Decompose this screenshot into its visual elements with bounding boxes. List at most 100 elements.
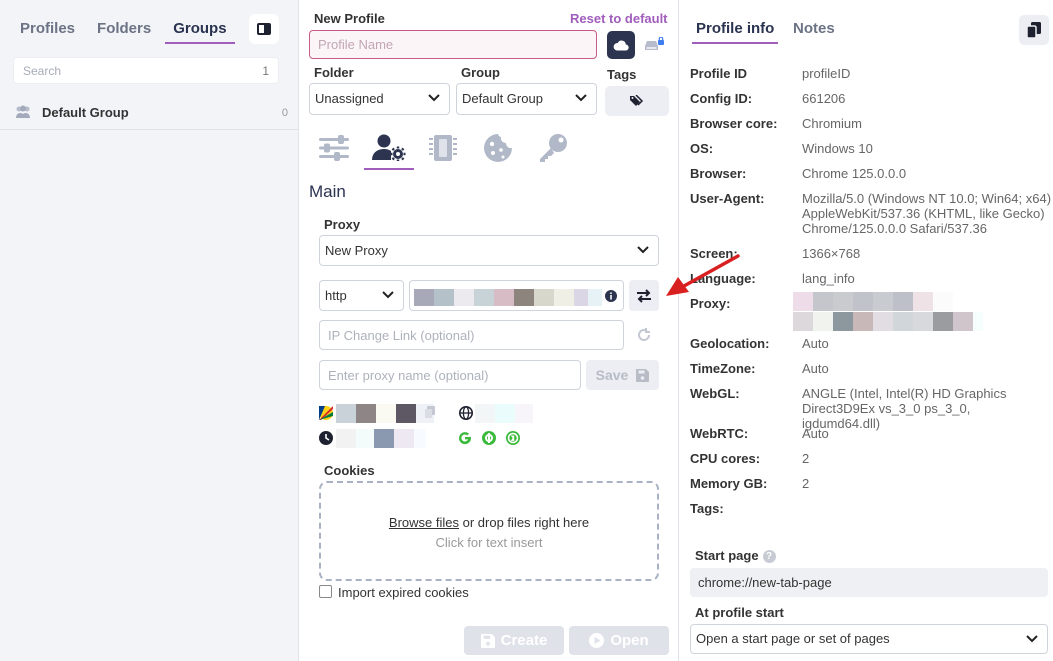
swap-proxy-button[interactable] xyxy=(629,280,659,311)
proxy-protocol-value: http xyxy=(325,288,347,303)
section-title: Main xyxy=(309,182,346,201)
google-check-icon xyxy=(459,432,472,445)
click-for-text-insert[interactable]: Click for text insert xyxy=(321,535,657,550)
copy-info-button[interactable] xyxy=(1019,15,1049,45)
info-value: 661206 xyxy=(802,91,846,106)
sidebar-tabs: Profiles Folders Groups xyxy=(12,14,241,44)
settings-sliders-icon xyxy=(319,135,349,161)
proxy-label: Proxy xyxy=(324,217,361,232)
sidebar-search: 1 xyxy=(13,57,279,84)
browse-files-link[interactable]: Browse files xyxy=(389,515,459,530)
tab-main[interactable] xyxy=(364,126,414,170)
search-input[interactable] xyxy=(14,58,234,83)
at-profile-start-select[interactable]: Open a start page or set of pages xyxy=(690,624,1048,654)
open-button[interactable]: Open xyxy=(569,626,669,655)
tab-general-settings[interactable] xyxy=(309,126,359,170)
tab-cookies[interactable] xyxy=(473,126,523,170)
globe-icon xyxy=(459,406,473,420)
floppy-disk-icon xyxy=(480,633,495,648)
create-label: Create xyxy=(500,632,548,649)
dropzone-primary-text: Browse files or drop files right here xyxy=(321,515,657,530)
proxy-address-redacted xyxy=(414,289,602,306)
chevron-down-icon xyxy=(382,291,394,299)
group-select[interactable]: Default Group xyxy=(456,83,597,115)
proxy-info-redacted-1 xyxy=(793,292,953,311)
tags-button[interactable] xyxy=(605,86,669,116)
info-value: ANGLE (Intel, Intel(R) HD Graphics Direc… xyxy=(802,386,1007,431)
at-profile-start-label: At profile start xyxy=(695,605,784,620)
info-value: lang_info xyxy=(802,271,855,286)
group-row-default[interactable]: Default Group 0 xyxy=(0,97,299,130)
proxy-name-input[interactable] xyxy=(320,361,580,389)
info-key: TimeZone: xyxy=(690,361,756,376)
ip-change-link-field xyxy=(319,320,624,350)
clock-icon xyxy=(319,431,333,445)
proxy-protocol-select[interactable]: http xyxy=(319,280,404,311)
chevron-down-icon xyxy=(428,94,440,102)
sidebar: Profiles Folders Groups 1 Default Group … xyxy=(0,0,299,661)
proxy-info-redacted-2 xyxy=(793,312,983,331)
cookies-dropzone[interactable]: Browse files or drop files right here Cl… xyxy=(319,481,659,581)
info-key: CPU cores: xyxy=(690,451,761,466)
info-key: Screen: xyxy=(690,246,738,261)
yandex-check-icon xyxy=(506,431,520,445)
cookies-label: Cookies xyxy=(324,463,375,478)
country-flag-icon xyxy=(319,406,333,420)
create-button[interactable]: Create xyxy=(464,626,564,655)
info-value: Auto xyxy=(802,426,829,441)
ip-change-link-input[interactable] xyxy=(320,321,623,349)
proxy-select[interactable]: New Proxy xyxy=(319,235,659,266)
proxy-ip-redacted xyxy=(336,404,434,423)
tab-notes[interactable]: Notes xyxy=(789,16,839,42)
proxy-name-field xyxy=(319,360,581,390)
tab-hardware[interactable] xyxy=(418,126,468,170)
refresh-ip-button[interactable] xyxy=(629,320,659,350)
info-value: 2 xyxy=(802,451,810,466)
local-profile-button[interactable] xyxy=(640,31,668,59)
import-expired-checkbox[interactable] xyxy=(319,585,332,598)
group-label: Group xyxy=(461,65,500,80)
info-key: User-Agent: xyxy=(690,191,765,206)
info-icon xyxy=(605,290,617,302)
info-key: Proxy: xyxy=(690,296,731,311)
help-icon[interactable]: ? xyxy=(762,550,776,563)
info-key: Browser: xyxy=(690,166,747,181)
drop-text: or drop files right here xyxy=(462,515,590,530)
tags-icon xyxy=(630,95,644,106)
save-proxy-button[interactable]: Save xyxy=(586,360,659,390)
start-page-label: Start page? xyxy=(695,548,776,563)
info-key: Geolocation: xyxy=(690,336,770,351)
folder-value: Unassigned xyxy=(315,91,384,106)
info-key: OS: xyxy=(690,141,714,156)
toggle-panel-button[interactable] xyxy=(249,14,279,44)
start-page-value: chrome://new-tab-page xyxy=(690,568,1048,597)
copy-icon[interactable] xyxy=(425,406,435,418)
key-icon xyxy=(540,134,567,162)
tab-passwords[interactable] xyxy=(528,126,578,170)
panel-layout-icon xyxy=(257,23,271,35)
info-key: Memory GB: xyxy=(690,476,768,491)
tab-groups[interactable]: Groups xyxy=(165,14,235,44)
proxy-location-redacted xyxy=(475,404,533,423)
group-name: Default Group xyxy=(42,105,129,120)
reset-to-default-link[interactable]: Reset to default xyxy=(570,11,668,26)
search-count: 1 xyxy=(262,64,269,78)
ozon-check-icon xyxy=(482,431,496,445)
tab-profiles[interactable]: Profiles xyxy=(12,14,83,44)
info-key: Tags: xyxy=(690,501,724,516)
info-value: profileID xyxy=(802,66,851,81)
folder-select[interactable]: Unassigned xyxy=(309,83,450,115)
info-value: Auto xyxy=(802,361,829,376)
memory-chip-icon xyxy=(429,135,457,161)
cloud-profile-button[interactable] xyxy=(607,31,635,59)
refresh-icon xyxy=(638,328,650,341)
profile-form: New Profile Reset to default Folder Unas… xyxy=(300,0,679,661)
proxy-address-field[interactable] xyxy=(409,280,624,311)
info-value: Mozilla/5.0 (Windows NT 10.0; Win64; x64… xyxy=(802,191,1052,236)
group-count: 0 xyxy=(281,107,288,119)
tags-label: Tags xyxy=(607,67,637,82)
tab-profile-info[interactable]: Profile info xyxy=(692,16,779,44)
proxy-value: New Proxy xyxy=(325,243,388,258)
tab-folders[interactable]: Folders xyxy=(89,14,159,44)
profile-name-input[interactable] xyxy=(310,31,596,58)
